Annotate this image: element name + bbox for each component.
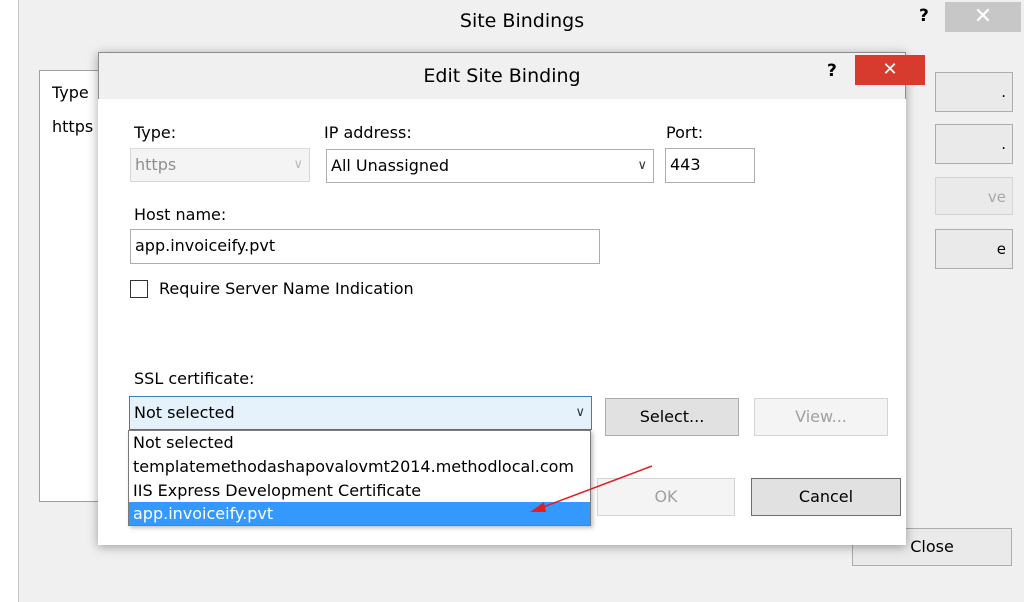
edit-button[interactable]: . (935, 124, 1013, 164)
type-select: https ∨ (130, 148, 310, 182)
ssl-certificate-value: Not selected (134, 403, 235, 422)
ip-address-select[interactable]: All Unassigned ∨ (326, 149, 654, 183)
list-column-header-type[interactable]: Type (52, 83, 89, 102)
ssl-option-iis-express[interactable]: IIS Express Development Certificate (129, 479, 590, 502)
browse-button[interactable]: e (935, 229, 1013, 269)
sni-checkbox[interactable] (130, 280, 148, 298)
ssl-certificate-select[interactable]: Not selected ∨ (129, 396, 592, 430)
ssl-option-not-selected[interactable]: Not selected (129, 431, 590, 454)
ok-button[interactable]: OK (597, 478, 735, 516)
cancel-button[interactable]: Cancel (751, 478, 901, 516)
ssl-option-methodlocal[interactable]: templatemethodashapovalovmt2014.methodlo… (129, 455, 590, 478)
site-bindings-title: Site Bindings (459, 10, 585, 32)
add-button[interactable]: . (935, 72, 1013, 112)
ip-address-value: All Unassigned (331, 156, 449, 175)
remove-button[interactable]: ve (935, 177, 1013, 215)
type-label: Type: (134, 123, 177, 142)
port-label: Port: (666, 123, 704, 142)
ssl-option-invoiceify[interactable]: app.invoiceify.pvt (129, 502, 590, 525)
select-button[interactable]: Select... (605, 398, 739, 436)
dialog-titlebar: Edit Site Binding ? ✕ (99, 53, 925, 99)
ssl-certificate-label: SSL certificate: (134, 369, 255, 388)
host-name-label: Host name: (134, 205, 227, 224)
help-icon[interactable]: ? (827, 61, 837, 81)
ssl-certificate-dropdown-list[interactable]: Not selected templatemethodashapovalovmt… (128, 430, 591, 526)
chevron-down-icon: ∨ (293, 157, 303, 172)
outer-close-button[interactable]: ✕ (945, 2, 1021, 32)
port-input[interactable]: 443 (665, 148, 755, 183)
ip-address-label: IP address: (324, 123, 412, 142)
chevron-down-icon[interactable]: ∨ (575, 397, 585, 429)
list-item[interactable]: https (52, 117, 93, 136)
host-name-input[interactable]: app.invoiceify.pvt (130, 229, 600, 264)
type-value: https (135, 155, 177, 174)
dialog-title: Edit Site Binding (423, 65, 581, 87)
sni-label[interactable]: Require Server Name Indication (159, 279, 414, 298)
view-button[interactable]: View... (754, 398, 888, 436)
dialog-close-button[interactable]: ✕ (855, 55, 925, 85)
outer-help-icon[interactable]: ? (919, 6, 935, 26)
chevron-down-icon[interactable]: ∨ (637, 150, 647, 182)
